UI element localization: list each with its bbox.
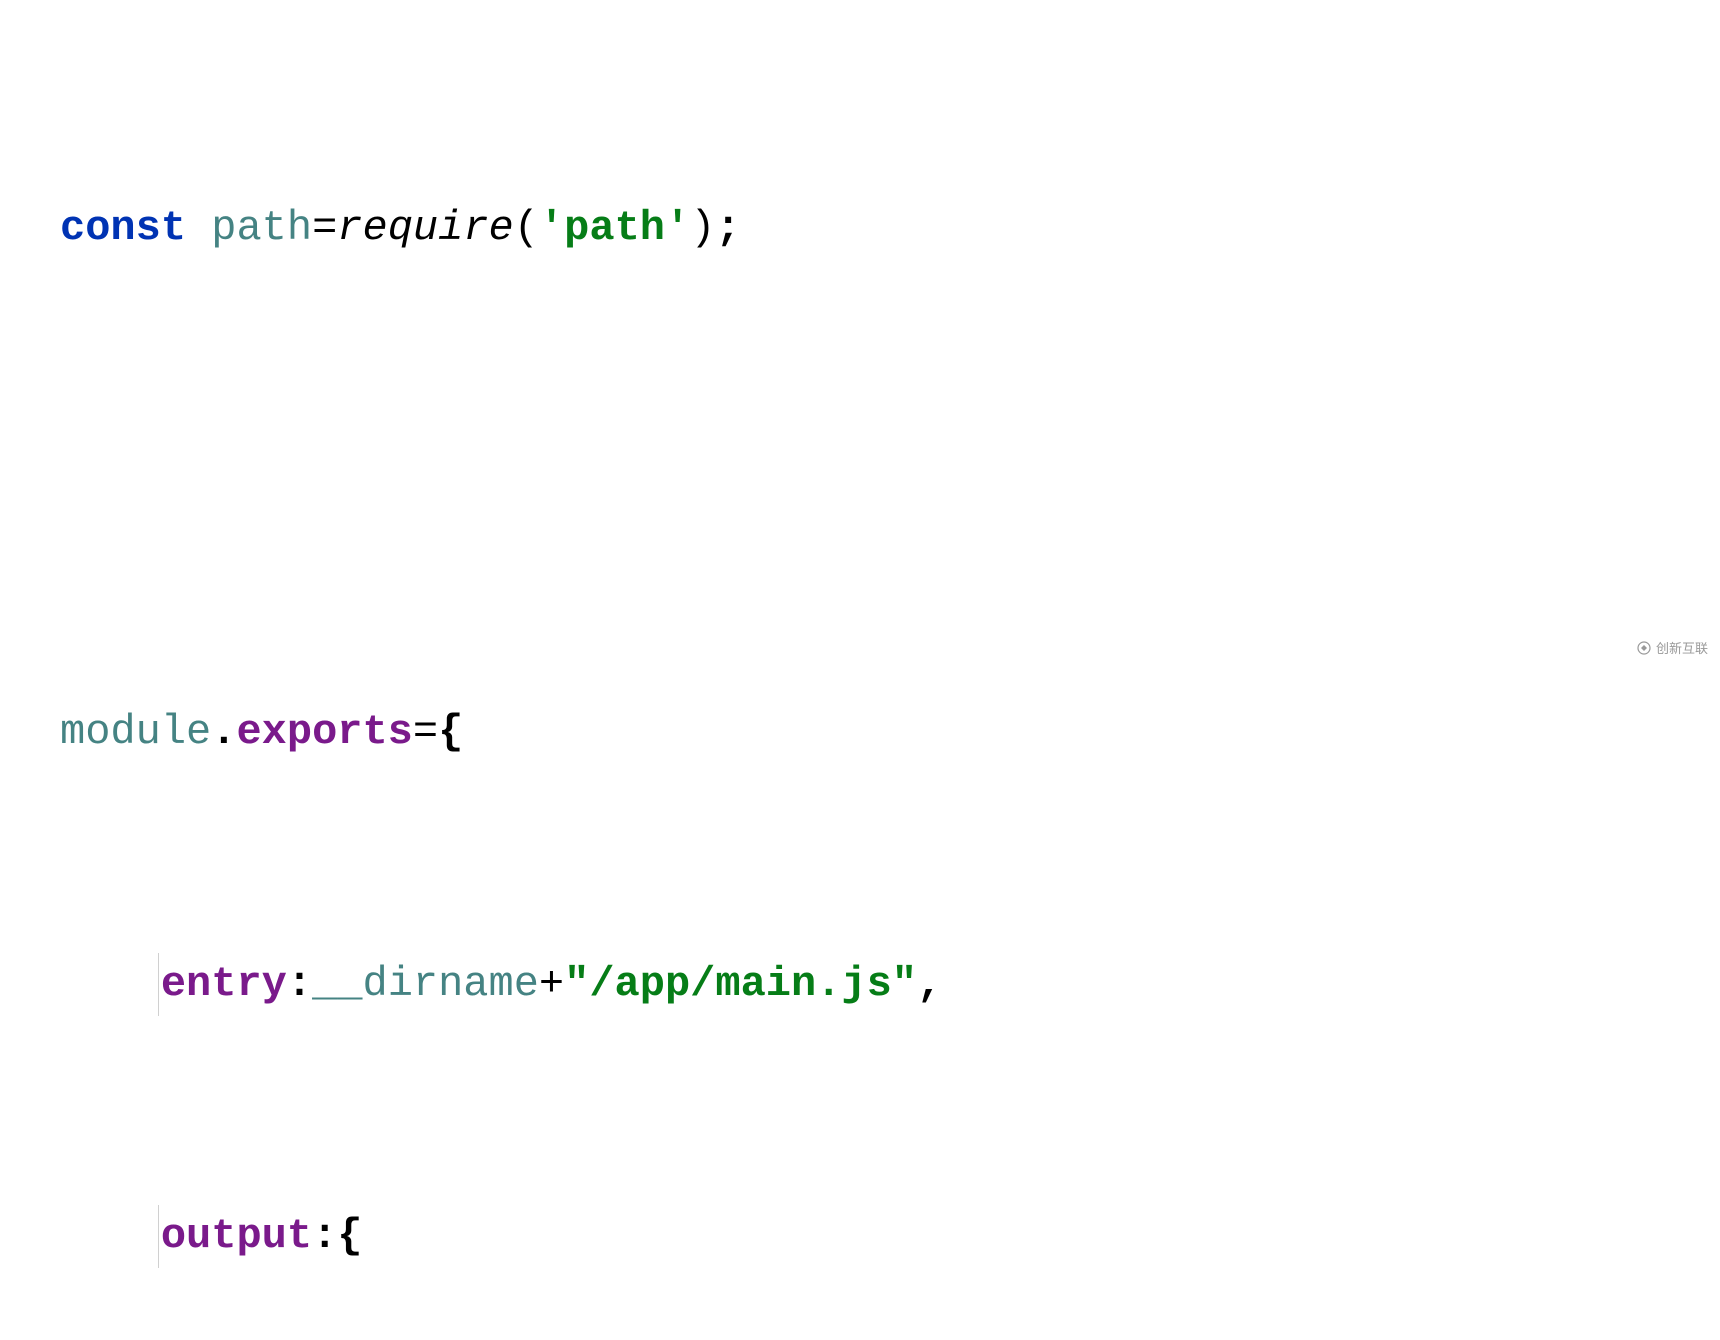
variable-dirname: __dirname bbox=[312, 960, 539, 1008]
brace-open: { bbox=[438, 708, 463, 756]
code-line-5[interactable]: output:{ bbox=[0, 1205, 1720, 1268]
dot: . bbox=[211, 708, 236, 756]
colon: : bbox=[312, 1212, 337, 1260]
operator-equals: = bbox=[312, 204, 337, 252]
string-mainjs: "/app/main.js" bbox=[564, 960, 917, 1008]
watermark-text: 创新互联 bbox=[1656, 639, 1708, 659]
string-path: 'path' bbox=[539, 204, 690, 252]
paren-open: ( bbox=[514, 204, 539, 252]
property-output: output bbox=[161, 1212, 312, 1260]
paren-close: ) bbox=[690, 204, 715, 252]
semicolon: ; bbox=[715, 204, 740, 252]
code-line-1[interactable]: const path=require('path'); bbox=[0, 197, 1720, 260]
code-line-3[interactable]: module.exports={ bbox=[0, 701, 1720, 764]
code-line-4[interactable]: entry:__dirname+"/app/main.js", bbox=[0, 953, 1720, 1016]
code-editor[interactable]: const path=require('path'); module.expor… bbox=[0, 0, 1720, 1340]
variable-path: path bbox=[211, 204, 312, 252]
operator-plus: + bbox=[539, 960, 564, 1008]
comma: , bbox=[917, 960, 942, 1008]
operator-equals: = bbox=[413, 708, 438, 756]
property-entry: entry bbox=[161, 960, 287, 1008]
function-require: require bbox=[337, 204, 513, 252]
brace-open: { bbox=[337, 1212, 362, 1260]
colon: : bbox=[287, 960, 312, 1008]
watermark: 创新互联 bbox=[1636, 639, 1708, 659]
keyword-const: const bbox=[60, 204, 186, 252]
property-exports: exports bbox=[236, 708, 412, 756]
code-line-2[interactable] bbox=[0, 449, 1720, 512]
object-module: module bbox=[60, 708, 211, 756]
watermark-logo-icon bbox=[1636, 640, 1652, 656]
